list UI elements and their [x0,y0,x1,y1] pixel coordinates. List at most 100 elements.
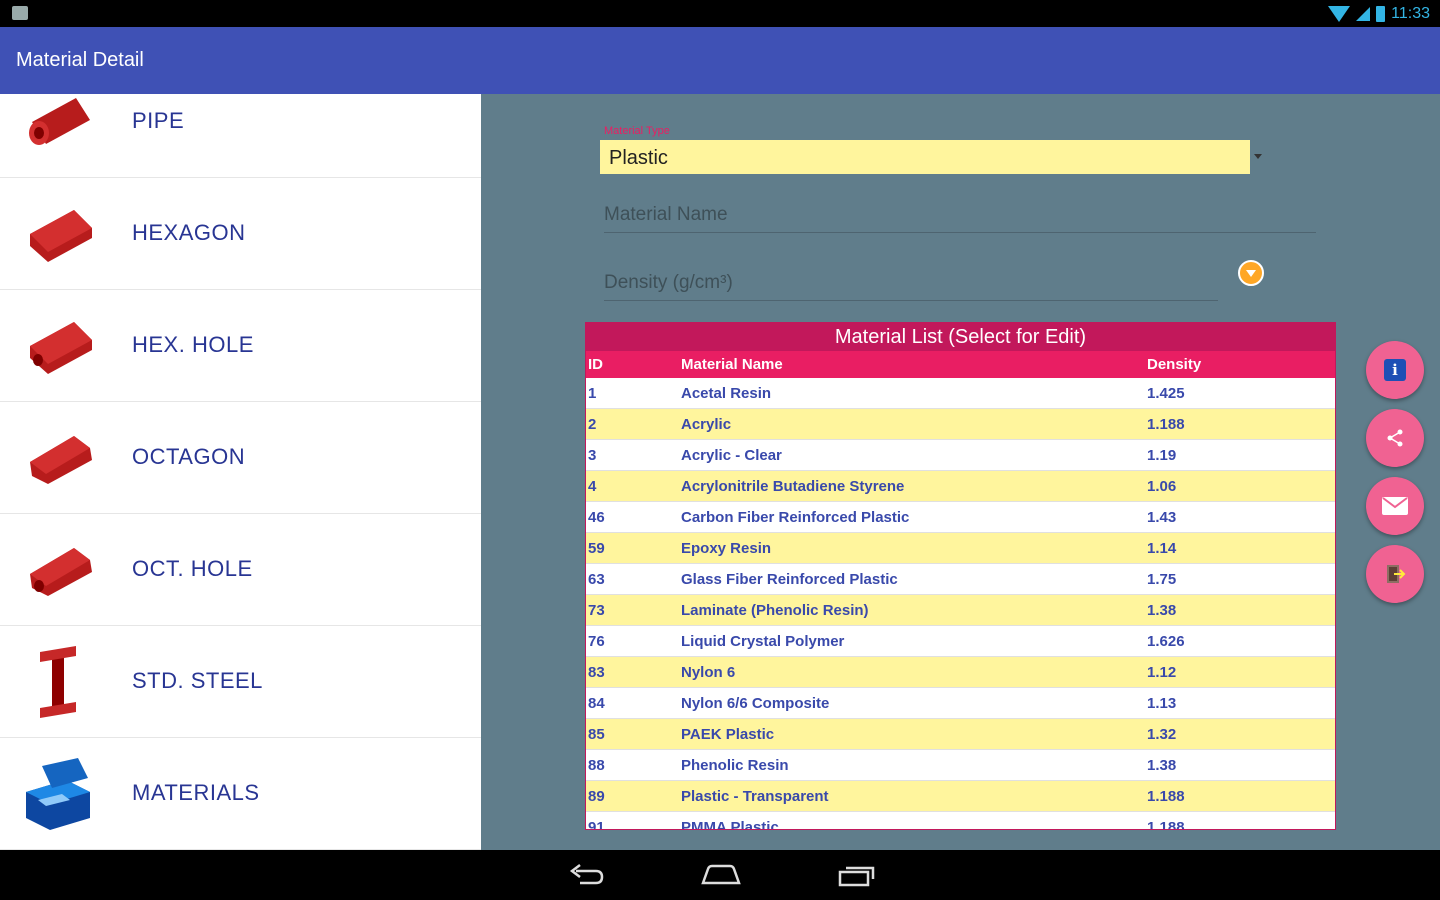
wifi-icon [1328,6,1351,22]
cell-id: 88 [588,757,605,774]
cell-density: 1.38 [1147,602,1177,619]
dropdown-arrow-icon[interactable] [1254,154,1262,159]
app-bar: Material Detail [0,27,1440,94]
cell-id: 84 [588,695,605,712]
cell-name: Acrylonitrile Butadiene Styrene [681,478,905,495]
material-type-value: Plastic [609,147,668,169]
cell-density: 1.43 [1147,509,1177,526]
table-row[interactable]: 76 Liquid Crystal Polymer 1.626 [586,626,1335,657]
cell-name: Acrylic [681,416,732,433]
cell-name: PAEK Plastic [681,726,775,743]
email-button[interactable] [1366,477,1424,535]
table-row[interactable]: 84 Nylon 6/6 Composite 1.13 [586,688,1335,719]
page-title: Material Detail [16,49,144,71]
cell-id: 63 [588,571,605,588]
cell-density: 1.188 [1147,819,1185,830]
pipe-icon [29,98,90,145]
cell-name: Liquid Crystal Polymer [681,633,845,650]
material-detail-panel: Material Type Plastic Material List (Sel… [481,94,1440,850]
cell-density: 1.06 [1147,478,1177,495]
toolbox-icon [26,758,90,830]
table-row[interactable]: 83 Nylon 6 1.12 [586,657,1335,688]
table-row[interactable]: 85 PAEK Plastic 1.32 [586,719,1335,750]
table-row[interactable]: 63 Glass Fiber Reinforced Plastic 1.75 [586,564,1335,595]
cell-density: 1.188 [1147,788,1185,805]
sidebar-item-label: STD. STEEL [132,668,263,693]
cell-density: 1.75 [1147,571,1177,588]
material-type-select[interactable]: Plastic [600,140,1250,174]
material-name-field-wrap [604,198,1316,233]
table-header-row: ID Material Name Density [586,351,1335,378]
cell-name: Nylon 6/6 Composite [681,695,830,712]
table-row[interactable]: 4 Acrylonitrile Butadiene Styrene 1.06 [586,471,1335,502]
sidebar-item-label: HEXAGON [132,220,246,245]
cell-id: 3 [588,447,597,464]
table-row[interactable]: 88 Phenolic Resin 1.38 [586,750,1335,781]
column-header-density: Density [1147,356,1202,373]
exit-button[interactable] [1366,545,1424,603]
table-body[interactable]: 1 Acetal Resin 1.425 2 Acrylic 1.188 3 Acryli… [586,378,1335,830]
cell-id: 91 [588,819,605,830]
cell-density: 1.19 [1147,447,1177,464]
save-material-button[interactable] [1238,260,1264,286]
cell-density: 1.13 [1147,695,1177,712]
cell-id: 2 [588,416,597,433]
cell-id: 83 [588,664,605,681]
status-clock: 11:33 [1391,5,1430,22]
sidebar-item-pipe[interactable]: PIPE [0,94,481,178]
table-title: Material List (Select for Edit) [586,323,1335,351]
cell-name: Phenolic Resin [681,757,789,774]
exit-icon [1387,565,1406,583]
table-row[interactable]: 73 Laminate (Phenolic Resin) 1.38 [586,595,1335,626]
cell-density: 1.12 [1147,664,1177,681]
cell-name: Plastic - Transparent [681,788,829,805]
material-name-input[interactable] [604,198,1316,232]
cell-id: 85 [588,726,605,743]
cell-id: 59 [588,540,605,557]
sidebar-item-label: PIPE [132,108,185,133]
cell-id: 89 [588,788,605,805]
table-row[interactable]: 91 PMMA Plastic 1.188 [586,812,1335,830]
density-input[interactable] [604,266,1218,300]
table-row[interactable]: 89 Plastic - Transparent 1.188 [586,781,1335,812]
cell-signal-icon [1356,7,1371,21]
table-row[interactable]: 1 Acetal Resin 1.425 [586,378,1335,409]
column-header-name: Material Name [681,356,783,373]
table-row[interactable]: 59 Epoxy Resin 1.14 [586,533,1335,564]
info-icon: i [1384,359,1406,381]
table-row[interactable]: 46 Carbon Fiber Reinforced Plastic 1.43 [586,502,1335,533]
column-header-id: ID [588,356,603,373]
octagon-bar-icon [30,436,92,484]
sidebar-item-octagon[interactable]: OCTAGON [0,402,481,514]
cell-name: Nylon 6 [681,664,736,681]
table-row[interactable]: 2 Acrylic 1.188 [586,409,1335,440]
cell-name: Carbon Fiber Reinforced Plastic [681,509,910,526]
back-icon[interactable] [568,863,604,887]
material-type-label: Material Type [604,125,670,137]
status-bar: 11:33 [0,0,1440,27]
sidebar-item-oct-hole[interactable]: OCT. HOLE [0,514,481,626]
table-row[interactable]: 3 Acrylic - Clear 1.19 [586,440,1335,471]
cell-density: 1.188 [1147,416,1185,433]
cell-id: 1 [588,385,597,402]
info-button[interactable]: i [1366,341,1424,399]
recent-apps-icon[interactable] [838,863,876,887]
sidebar-item-label: OCT. HOLE [132,556,253,581]
cell-density: 1.626 [1147,633,1185,650]
sidebar-item-std-steel[interactable]: STD. STEEL [0,626,481,738]
sidebar-item-hexagon[interactable]: HEXAGON [0,178,481,290]
share-button[interactable] [1366,409,1424,467]
sidebar-item-hex-hole[interactable]: HEX. HOLE [0,290,481,402]
home-icon[interactable] [700,863,742,887]
cell-density: 1.425 [1147,385,1185,402]
sidebar: PIPE HEXAGON HEX. HOLE OCTAGON OCT. HOLE [0,94,481,850]
cell-id: 76 [588,633,605,650]
cell-name: Acetal Resin [681,385,772,402]
sidebar-item-materials[interactable]: MATERIALS [0,738,481,850]
navigation-bar [0,850,1440,900]
sidebar-item-label: HEX. HOLE [132,332,254,357]
cell-id: 4 [588,478,597,495]
cell-name: Acrylic - Clear [681,447,782,464]
notification-icon [12,6,28,20]
density-field-wrap [604,266,1218,301]
